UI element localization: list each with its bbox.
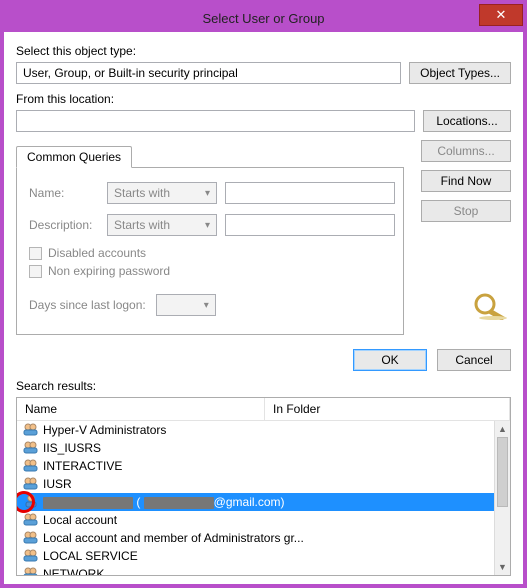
list-item[interactable]: Local account and member of Administrato… — [17, 529, 510, 547]
object-type-input[interactable] — [16, 62, 401, 84]
column-folder[interactable]: In Folder — [265, 398, 510, 420]
scroll-up-button[interactable]: ▲ — [495, 421, 510, 437]
tab-common-queries[interactable]: Common Queries — [16, 146, 132, 168]
group-icon — [23, 458, 39, 475]
list-item-label: LOCAL SERVICE — [43, 549, 138, 563]
list-item-label: NETWORK — [43, 567, 104, 575]
chevron-down-icon: ▾ — [205, 188, 216, 199]
description-match-select[interactable]: Starts with▾ — [107, 214, 217, 236]
list-item-label: Local account and member of Administrato… — [43, 531, 304, 545]
find-now-button[interactable]: Find Now — [421, 170, 511, 192]
chevron-down-icon: ▾ — [204, 300, 215, 311]
checkbox-icon — [29, 247, 42, 260]
list-item[interactable]: Hyper-V Administrators — [17, 421, 510, 439]
stop-button[interactable]: Stop — [421, 200, 511, 222]
group-icon — [23, 566, 39, 576]
locations-button[interactable]: Locations... — [423, 110, 511, 132]
results-listview[interactable]: Name In Folder Hyper-V Administrators IIS… — [16, 397, 511, 576]
days-since-logon-select[interactable]: ▾ — [156, 294, 216, 316]
object-type-label: Select this object type: — [16, 44, 511, 58]
list-item[interactable]: IUSR — [17, 475, 510, 493]
columns-button[interactable]: Columns... — [421, 140, 511, 162]
group-icon — [23, 440, 39, 457]
window-title: Select User or Group — [4, 11, 523, 26]
days-since-logon-label: Days since last logon: — [29, 298, 146, 312]
chevron-down-icon: ▾ — [205, 220, 216, 231]
scrollbar-thumb[interactable] — [497, 437, 508, 507]
location-label: From this location: — [16, 92, 511, 106]
listview-header[interactable]: Name In Folder — [17, 398, 510, 421]
list-item[interactable]: Local account — [17, 511, 510, 529]
group-icon — [23, 548, 39, 565]
cancel-button[interactable]: Cancel — [437, 349, 511, 371]
object-types-button[interactable]: Object Types... — [409, 62, 511, 84]
common-queries-panel: Name: Starts with▾ Description: Starts w… — [16, 167, 404, 335]
non-expiring-password-checkbox[interactable]: Non expiring password — [29, 264, 391, 278]
description-filter-input[interactable] — [225, 214, 395, 236]
checkbox-icon — [29, 265, 42, 278]
description-label: Description: — [29, 218, 99, 232]
close-button[interactable]: ✕ — [479, 4, 523, 26]
name-match-select[interactable]: Starts with▾ — [107, 182, 217, 204]
name-label: Name: — [29, 186, 99, 200]
name-filter-input[interactable] — [225, 182, 395, 204]
list-item-label: IIS_IUSRS — [43, 441, 101, 455]
group-icon — [23, 512, 39, 529]
user-icon — [23, 494, 39, 511]
list-item[interactable]: NETWORK — [17, 565, 510, 575]
group-icon — [23, 476, 39, 493]
list-item-label: Local account — [43, 513, 117, 527]
vertical-scrollbar[interactable]: ▲ ▼ — [494, 421, 510, 575]
list-item[interactable]: IIS_IUSRS — [17, 439, 510, 457]
magnifier-icon — [471, 290, 511, 320]
group-icon — [23, 530, 39, 547]
ok-button[interactable]: OK — [353, 349, 427, 371]
list-item[interactable]: LOCAL SERVICE — [17, 547, 510, 565]
scroll-down-button[interactable]: ▼ — [495, 559, 510, 575]
group-icon — [23, 422, 39, 439]
list-item-label: IUSR — [43, 477, 72, 491]
location-input[interactable] — [16, 110, 415, 132]
list-item-label: ( @gmail.com) — [43, 495, 285, 509]
list-item-label: Hyper-V Administrators — [43, 423, 166, 437]
titlebar: Select User or Group ✕ — [4, 4, 523, 32]
list-item[interactable]: INTERACTIVE — [17, 457, 510, 475]
list-item-label: INTERACTIVE — [43, 459, 122, 473]
column-name[interactable]: Name — [17, 398, 265, 420]
search-results-label: Search results: — [16, 379, 511, 393]
list-item[interactable]: ( @gmail.com) — [17, 493, 510, 511]
disabled-accounts-checkbox[interactable]: Disabled accounts — [29, 246, 391, 260]
